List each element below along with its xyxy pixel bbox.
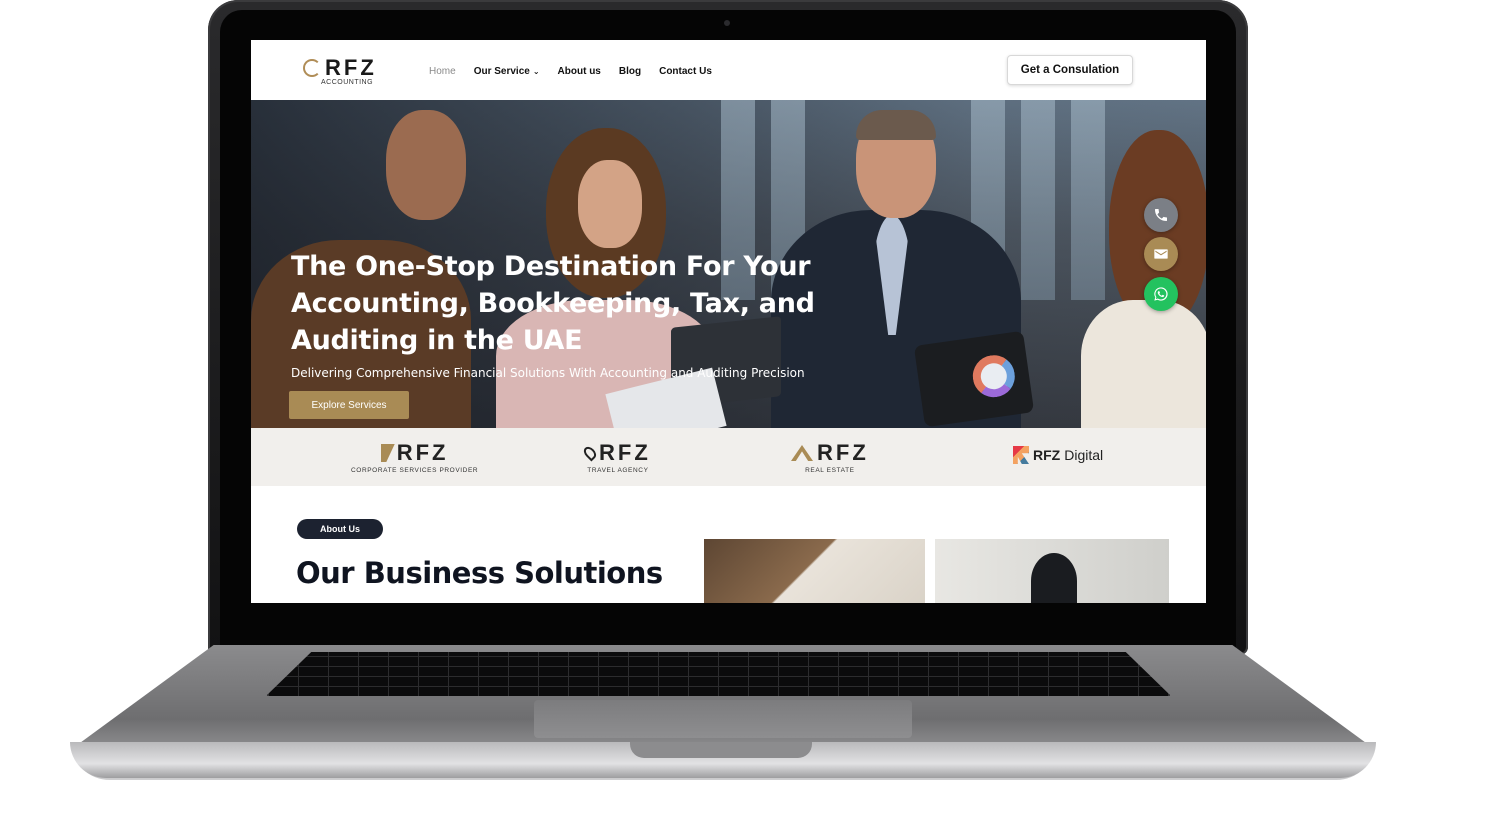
business-photo-1 bbox=[704, 539, 925, 603]
brand-subtitle: CORPORATE SERVICES PROVIDER bbox=[351, 467, 479, 474]
nav-link-home[interactable]: Home bbox=[429, 66, 456, 77]
brand-strip: RFZ CORPORATE SERVICES PROVIDER RFZ TRAV… bbox=[251, 428, 1206, 486]
hero-photo-person bbox=[856, 110, 936, 140]
get-consultation-button[interactable]: Get a Consulation bbox=[1007, 55, 1133, 85]
top-navbar: RFZ ACCOUNTING Home Our Service ⌄ About u… bbox=[251, 40, 1206, 100]
slash-logo-icon bbox=[380, 444, 395, 462]
brand-word: RFZ bbox=[599, 440, 651, 465]
hero-photo-tablet bbox=[913, 330, 1035, 428]
hero-photo-person bbox=[386, 110, 466, 220]
brand-subtitle: TRAVEL AGENCY bbox=[587, 467, 649, 474]
chevron-down-icon: ⌄ bbox=[532, 67, 540, 76]
email-contact-button[interactable] bbox=[1144, 237, 1178, 271]
pin-logo-icon bbox=[581, 444, 599, 462]
brand-logo-travel[interactable]: RFZ TRAVEL AGENCY bbox=[581, 440, 651, 474]
brand-logo-real-estate[interactable]: RFZ REAL ESTATE bbox=[791, 440, 869, 474]
logo-text: RFZ bbox=[325, 55, 377, 80]
logo-subtitle: ACCOUNTING bbox=[321, 79, 374, 86]
brand-word: RFZ bbox=[396, 440, 449, 465]
about-section: About Us Our Business Solutions bbox=[251, 486, 1206, 603]
whatsapp-icon bbox=[1154, 287, 1168, 301]
section-title: Our Business Solutions bbox=[296, 556, 663, 590]
laptop-trackpad bbox=[534, 700, 912, 738]
nav-link-contact-us[interactable]: Contact Us bbox=[659, 66, 712, 77]
phone-contact-button[interactable] bbox=[1144, 198, 1178, 232]
about-us-pill: About Us bbox=[297, 519, 383, 539]
brand-logo-corporate[interactable]: RFZ CORPORATE SERVICES PROVIDER bbox=[351, 440, 478, 474]
nav-link-blog[interactable]: Blog bbox=[619, 66, 641, 77]
laptop-keyboard bbox=[266, 652, 1171, 696]
website-screen: RFZ ACCOUNTING Home Our Service ⌄ About u… bbox=[251, 40, 1206, 603]
brand-logo-digital[interactable]: RFZ Digital bbox=[1013, 446, 1103, 464]
brand-subtitle: REAL ESTATE bbox=[805, 467, 855, 474]
phone-icon bbox=[1155, 209, 1167, 221]
hero-photo-person bbox=[1081, 300, 1206, 428]
window-pane bbox=[1071, 100, 1105, 300]
digital-logo-icon bbox=[1013, 446, 1029, 464]
hero-subtitle: Delivering Comprehensive Financial Solut… bbox=[291, 366, 805, 380]
donut-chart-graphic bbox=[970, 352, 1018, 400]
hero-banner: The One-Stop Destination For Your Accoun… bbox=[251, 100, 1206, 428]
business-photo-2 bbox=[935, 539, 1169, 603]
brand-word-digital: Digital bbox=[1064, 447, 1104, 463]
logo-mark-icon bbox=[303, 59, 321, 77]
mail-icon bbox=[1154, 249, 1168, 259]
nav-links: Home Our Service ⌄ About us Blog Contact … bbox=[429, 66, 712, 77]
hero-photo-person bbox=[578, 160, 642, 248]
roof-logo-icon bbox=[791, 445, 813, 461]
whatsapp-contact-button[interactable] bbox=[1144, 277, 1178, 311]
nav-link-about-us[interactable]: About us bbox=[558, 66, 601, 77]
explore-services-button[interactable]: Explore Services bbox=[289, 391, 409, 419]
brand-word: RFZ bbox=[817, 440, 869, 465]
brand-word: RFZ bbox=[1033, 447, 1061, 463]
webcam bbox=[724, 20, 730, 26]
laptop-notch bbox=[630, 742, 812, 758]
nav-link-our-service-label: Our Service bbox=[473, 66, 530, 77]
window-pane bbox=[1021, 100, 1055, 300]
hero-title: The One-Stop Destination For Your Accoun… bbox=[291, 251, 815, 356]
nav-link-our-service[interactable]: Our Service ⌄ bbox=[474, 66, 540, 77]
site-logo[interactable]: RFZ ACCOUNTING bbox=[303, 55, 395, 87]
